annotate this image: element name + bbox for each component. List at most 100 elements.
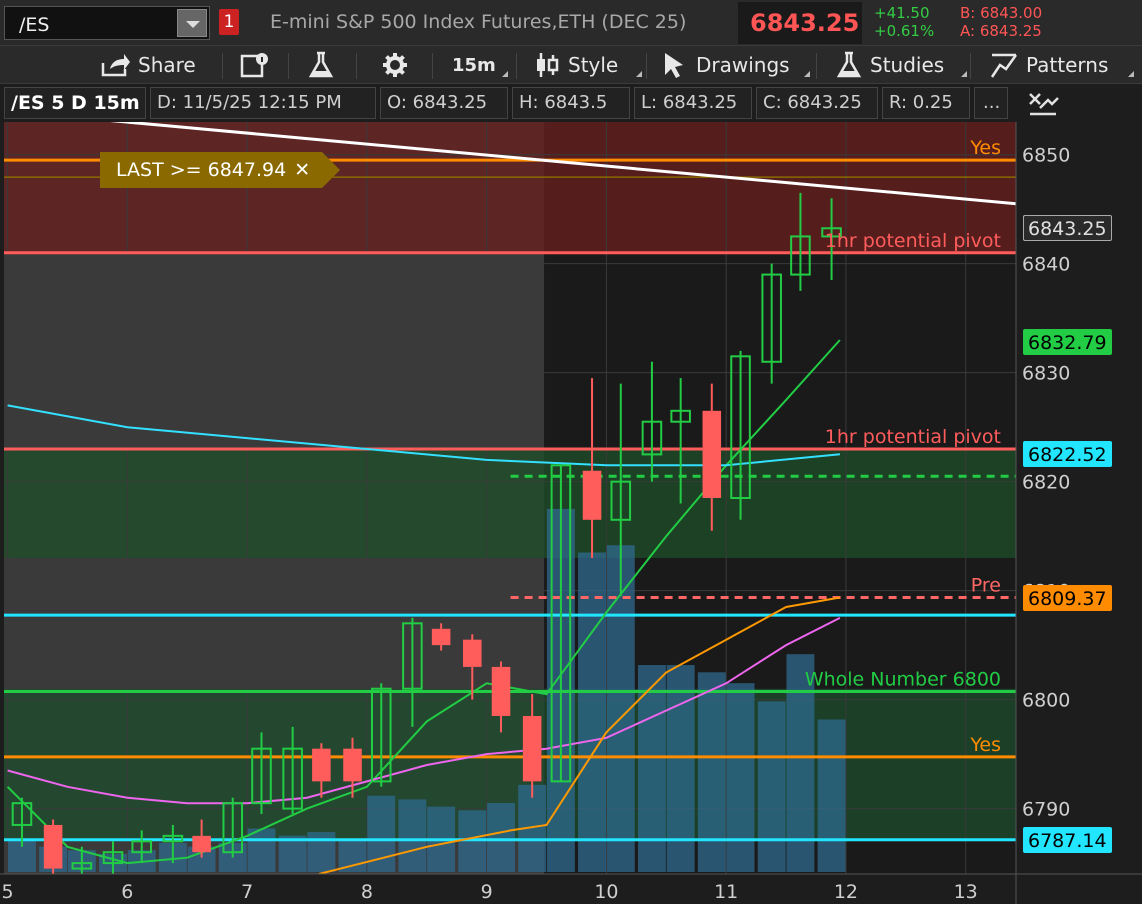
chart-symbol-period[interactable]: /ES 5 D 15m — [4, 87, 146, 119]
price-axis-label: 6820 — [1022, 472, 1070, 494]
last-price-box: 6843.25 — [738, 2, 862, 44]
bar-date: D: 11/5/25 12:15 PM — [150, 87, 376, 119]
candle-body — [192, 835, 211, 853]
cursor-crosshair-icon[interactable] — [1026, 88, 1060, 124]
drawings-button[interactable]: Drawings — [662, 46, 790, 84]
price-alert-label: LAST >= 6847.94 — [116, 159, 287, 181]
chevron-down-icon[interactable] — [177, 9, 207, 37]
volume-bar — [697, 672, 726, 872]
volume-bar — [307, 832, 336, 872]
instrument-description: E-mini S&P 500 Index Futures,ETH (DEC 25… — [270, 11, 687, 33]
link-group-badge[interactable]: 1 — [219, 9, 239, 35]
timeframe-label: 15m — [452, 54, 496, 76]
style-button[interactable]: Style — [534, 46, 618, 84]
timeframe-button[interactable]: 15m — [452, 46, 496, 84]
candlestick-icon — [537, 53, 559, 77]
price-line-label: Yes — [969, 137, 1001, 159]
flask-icon — [308, 51, 334, 78]
studies-label: Studies — [870, 53, 945, 77]
patterns-menu-icon[interactable] — [1122, 71, 1134, 77]
volume-bar — [398, 799, 427, 872]
price-line-label: Pre — [971, 575, 1001, 597]
time-axis-label: 8 — [361, 881, 373, 903]
volume-bar — [817, 719, 846, 872]
share-button[interactable]: Share — [100, 46, 196, 84]
volume-bar — [726, 683, 755, 872]
settings-button[interactable] — [381, 46, 417, 84]
style-menu-icon[interactable] — [630, 71, 642, 77]
bid-ask: B: 6843.00 A: 6843.25 — [960, 4, 1042, 40]
timeframe-menu-icon[interactable] — [496, 71, 508, 77]
studies-button[interactable]: Studies — [836, 46, 944, 84]
patterns-button[interactable]: Patterns — [990, 46, 1108, 84]
cursor-arrow-icon — [665, 53, 683, 78]
price-line-label: Yes — [969, 734, 1001, 756]
bar-info-row: /ES 5 D 15m D: 11/5/25 12:15 PM O: 6843.… — [0, 84, 1142, 122]
net-change: +41.50 +0.61% — [874, 4, 934, 40]
price-axis-label: 6830 — [1022, 363, 1070, 385]
chart-canvas[interactable]: Yes 1hr potential pivot 1hr potential pivo… — [0, 122, 1142, 904]
time-axis-label: 9 — [481, 881, 493, 903]
more-info-button[interactable]: ... — [974, 87, 1008, 119]
candle-body — [343, 748, 362, 782]
price-axis-label: 6790 — [1022, 799, 1070, 821]
price-axis-tag: 6809.37 — [1023, 584, 1112, 611]
candle-body — [462, 639, 482, 667]
notes-button[interactable] — [240, 46, 278, 84]
price-line-label: 1hr potential pivot — [825, 426, 1001, 448]
flask-button[interactable] — [308, 46, 342, 84]
symbol-input[interactable]: /ES — [19, 14, 49, 36]
price-line-label: Whole Number 6800 — [805, 668, 1001, 690]
patterns-label: Patterns — [1026, 53, 1109, 77]
studies-flask-icon — [836, 51, 862, 78]
price-axis-tag: 6843.25 — [1023, 215, 1112, 242]
candle-body — [312, 748, 331, 782]
price-line-label: 1hr potential pivot — [825, 230, 1001, 252]
drawings-menu-icon[interactable] — [798, 71, 810, 77]
candle-body — [582, 470, 602, 520]
time-axis-label: 11 — [714, 881, 738, 903]
net-change-points: +41.50 — [874, 4, 930, 22]
symbol-selector[interactable]: /ES — [4, 6, 210, 40]
price-axis-tag: 6787.14 — [1023, 826, 1112, 853]
price-axis-label: 6850 — [1022, 145, 1070, 167]
bar-close: C: 6843.25 — [756, 87, 878, 119]
chart-window: /ES 1 E-mini S&P 500 Index Futures,ETH (… — [0, 0, 1142, 904]
share-icon — [101, 54, 130, 77]
candle-body — [431, 628, 451, 646]
time-axis-label: 13 — [954, 881, 978, 903]
style-label: Style — [568, 53, 619, 77]
volume-bar — [247, 828, 276, 872]
candle-body — [522, 715, 542, 782]
symbol-bar: /ES 1 E-mini S&P 500 Index Futures,ETH (… — [0, 0, 1142, 46]
time-axis-label: 5 — [2, 881, 14, 903]
zone-band — [4, 448, 1016, 558]
volume-bar — [578, 552, 607, 872]
bar-low: L: 6843.25 — [634, 87, 752, 119]
price-alert-tag[interactable]: LAST >= 6847.94 ✕ — [100, 152, 341, 188]
volume-bar — [487, 803, 515, 872]
net-change-percent: +0.61% — [874, 22, 935, 40]
bar-range: R: 0.25 — [882, 87, 970, 119]
drawings-label: Drawings — [696, 53, 790, 77]
patterns-icon — [990, 53, 1018, 78]
studies-menu-icon[interactable] — [955, 71, 967, 77]
candle-body — [702, 410, 722, 498]
candle-body — [491, 666, 511, 716]
volume-bar — [757, 701, 786, 872]
last-price: 6843.25 — [750, 9, 860, 37]
ask-price: A: 6843.25 — [960, 22, 1042, 40]
time-axis-label: 10 — [594, 881, 618, 903]
share-label: Share — [138, 53, 196, 77]
candle-body — [43, 824, 63, 869]
price-axis-tag: 6822.52 — [1023, 441, 1112, 468]
bid-price: B: 6843.00 — [960, 4, 1043, 22]
time-axis-label: 12 — [834, 881, 858, 903]
time-axis-label: 6 — [121, 881, 133, 903]
price-chart[interactable]: Yes 1hr potential pivot 1hr potential pivo… — [0, 122, 1142, 904]
bar-high: H: 6843.5 — [512, 87, 630, 119]
notes-icon — [240, 53, 268, 78]
close-icon[interactable]: ✕ — [294, 152, 310, 188]
price-axis-label: 6840 — [1022, 254, 1070, 276]
time-axis-label: 7 — [241, 881, 253, 903]
